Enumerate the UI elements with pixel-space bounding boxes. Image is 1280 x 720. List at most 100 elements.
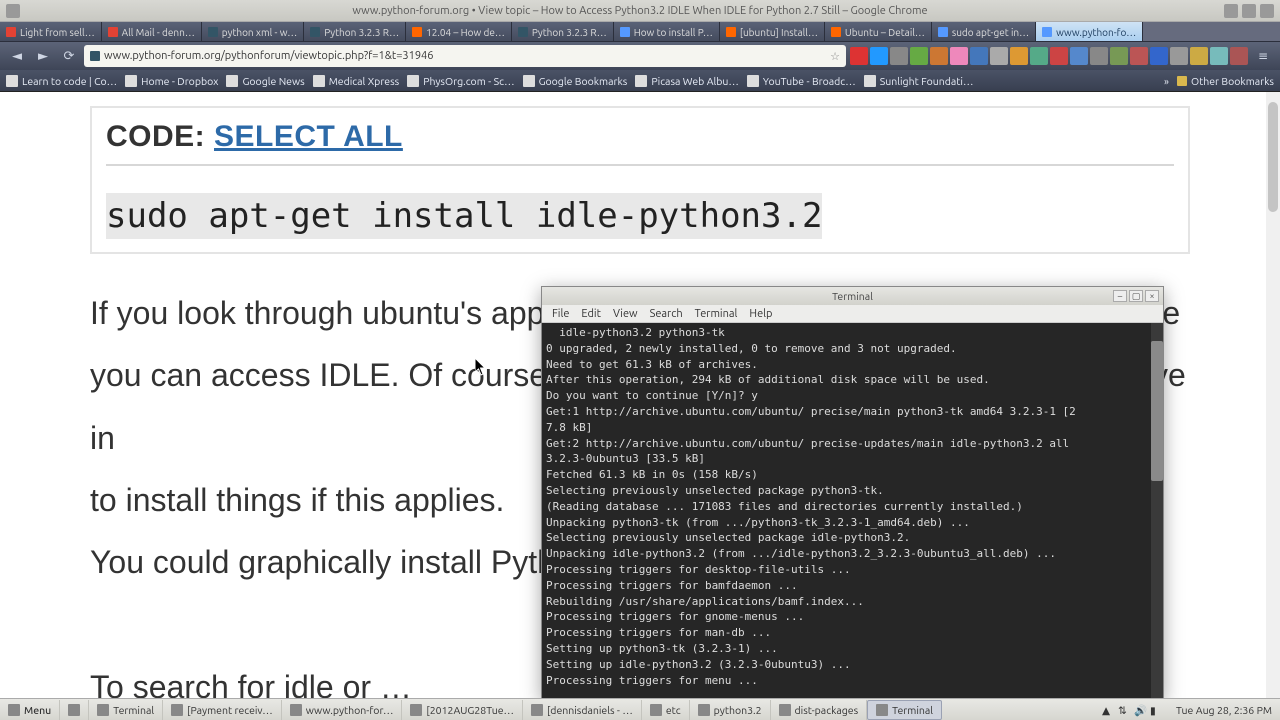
browser-tab[interactable]: Python 3.2.3 R… [304,22,406,42]
extension-icon[interactable] [1190,47,1208,65]
taskbar-clock[interactable]: Tue Aug 28, 2:36 PM [1168,704,1280,716]
show-desktop-button[interactable] [60,700,89,720]
taskbar-item[interactable]: dist-packages [771,700,868,720]
other-bookmarks-folder[interactable]: Other Bookmarks [1177,75,1274,87]
terminal-body[interactable]: idle-python3.2 python3-tk 0 upgraded, 2 … [542,323,1163,699]
extension-icon[interactable] [1130,47,1148,65]
bookmark-item[interactable]: Home - Dropbox [125,75,218,87]
maximize-button[interactable] [1242,4,1256,18]
extension-icon[interactable] [1150,47,1168,65]
volume-icon[interactable]: 🔊 [1134,704,1146,716]
extension-icon[interactable] [850,47,868,65]
terminal-window[interactable]: Terminal – ▢ × FileEditViewSearchTermina… [541,286,1164,700]
bookmarks-overflow-icon[interactable]: » [1164,75,1169,87]
terminal-menu-item[interactable]: View [609,306,642,322]
terminal-menu-item[interactable]: Search [646,306,687,322]
terminal-menu-item[interactable]: File [548,306,573,322]
extension-icon[interactable] [1010,47,1028,65]
bookmark-item[interactable]: Medical Xpress [313,75,400,87]
extension-icon[interactable] [930,47,948,65]
terminal-menu-item[interactable]: Edit [577,306,605,322]
network-icon[interactable]: ⇅ [1118,704,1130,716]
chrome-menu-button[interactable]: ≡ [1252,45,1274,67]
terminal-scrollbar-thumb[interactable] [1151,341,1163,481]
bookmark-item[interactable]: Picasa Web Albu… [635,75,739,87]
window-menu-button[interactable] [6,4,20,18]
page-scrollbar[interactable] [1266,92,1280,698]
extension-icon[interactable] [1050,47,1068,65]
bookmark-favicon [747,75,759,87]
taskbar-item[interactable]: [Payment receiv… [163,700,282,720]
taskbar-item[interactable]: [dennisdaniels - … [523,700,642,720]
browser-tab[interactable]: Python 3.2.3 R… [512,22,614,42]
bookmark-item[interactable]: Google Bookmarks [523,75,628,87]
taskbar-item-icon [410,704,422,716]
terminal-minimize-button[interactable]: – [1113,290,1127,302]
extension-icon[interactable] [1090,47,1108,65]
terminal-menu-item[interactable]: Terminal [691,306,742,322]
close-button[interactable] [1260,4,1274,18]
extension-icon[interactable] [1030,47,1048,65]
taskbar-item[interactable]: python3.2 [690,700,771,720]
address-bar[interactable]: www.python-forum.org/pythonforum/viewtop… [84,45,846,67]
tab-label: Light from sell… [20,27,95,38]
scrollbar-thumb[interactable] [1268,102,1278,212]
browser-tab[interactable]: All Mail - denn… [102,22,202,42]
bookmark-label: Google Bookmarks [539,75,628,87]
browser-tab[interactable]: Ubuntu – Detail… [825,22,932,42]
bookmark-item[interactable]: PhysOrg.com - Sc… [407,75,514,87]
bookmark-favicon [635,75,647,87]
taskbar-item-label: python3.2 [714,704,762,716]
taskbar-item-icon [876,704,888,716]
terminal-maximize-button[interactable]: ▢ [1129,290,1143,302]
extension-icon[interactable] [870,47,888,65]
terminal-titlebar[interactable]: Terminal – ▢ × [542,287,1163,305]
browser-tab[interactable]: sudo apt-get in… [932,22,1036,42]
extension-icon[interactable] [890,47,908,65]
browser-tab[interactable]: Light from sell… [0,22,102,42]
taskbar-item[interactable]: Terminal [89,700,163,720]
extension-icon[interactable] [1070,47,1088,65]
taskbar-item[interactable]: etc [642,700,690,720]
bookmark-item[interactable]: YouTube - Broadc… [747,75,856,87]
extension-icon[interactable] [1110,47,1128,65]
nav-toolbar: ◄ ► ⟳ www.python-forum.org/pythonforum/v… [0,42,1280,70]
browser-tab[interactable]: 12.04 – How de… [406,22,512,42]
tab-favicon [412,27,422,37]
code-label: CODE: [106,120,214,153]
battery-icon[interactable]: ▮ [1150,704,1162,716]
terminal-menu-item[interactable]: Help [745,306,776,322]
bookmark-label: Google News [242,75,304,87]
browser-tab[interactable]: How to install P… [614,22,720,42]
extension-icon[interactable] [910,47,928,65]
forward-button[interactable]: ► [32,45,54,67]
bookmark-item[interactable]: Google News [226,75,304,87]
taskbar-item-label: etc [666,704,681,716]
extension-icon[interactable] [1210,47,1228,65]
bookmarks-bar: Learn to code | Co… Home - Dropbox Google … [0,70,1280,92]
start-menu-button[interactable]: Menu [0,700,60,720]
extension-icons [850,47,1248,65]
back-button[interactable]: ◄ [6,45,28,67]
taskbar-item[interactable]: [2012AUG28Tue… [402,700,523,720]
tab-favicon [108,27,118,37]
browser-tab[interactable]: python xml - w… [202,22,304,42]
taskbar-item[interactable]: www.python-for… [282,700,403,720]
tray-icon[interactable]: ▲ [1102,704,1114,716]
select-all-link[interactable]: SELECT ALL [214,120,403,153]
bookmark-star-icon[interactable]: ☆ [830,50,840,63]
taskbar-item[interactable]: Terminal [867,700,942,720]
terminal-close-button[interactable]: × [1145,290,1159,302]
extension-icon[interactable] [1170,47,1188,65]
extension-icon[interactable] [990,47,1008,65]
bookmark-item[interactable]: Sunlight Foundati… [864,75,974,87]
extension-icon[interactable] [950,47,968,65]
reload-button[interactable]: ⟳ [58,45,80,67]
taskbar-item-icon [531,704,543,716]
extension-icon[interactable] [1230,47,1248,65]
minimize-button[interactable] [1224,4,1238,18]
bookmark-item[interactable]: Learn to code | Co… [6,75,117,87]
browser-tab[interactable]: www.python-fo… [1036,22,1143,42]
extension-icon[interactable] [970,47,988,65]
browser-tab[interactable]: [ubuntu] Install… [720,22,825,42]
